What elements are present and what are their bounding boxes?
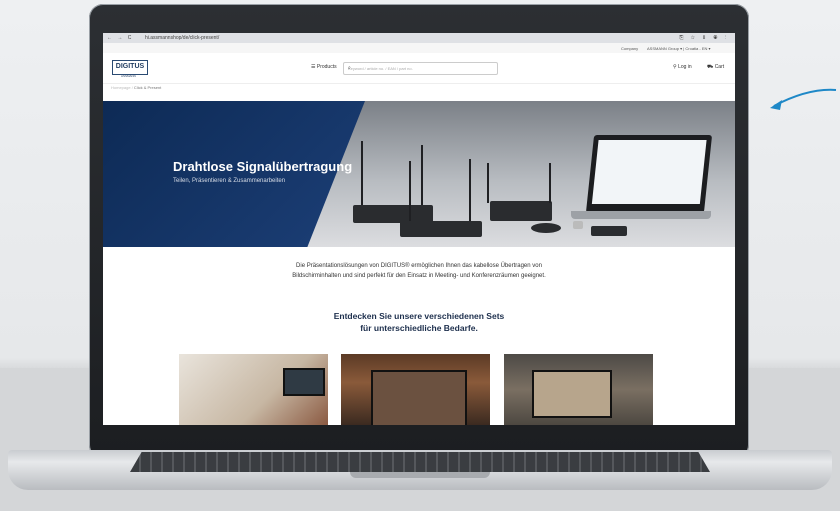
transmitter-device (400, 221, 482, 237)
hub-device (490, 201, 552, 221)
laptop-screen: ← → C hi.assmannshop/de/click-present/ ⎘… (103, 33, 735, 425)
hero-banner: Drahtlose Signalübertragung Teilen, Präs… (103, 101, 735, 247)
hero-subtitle: Teilen, Präsentieren & Zusammenarbeiten (173, 178, 286, 184)
top-utility-bar: Company ASSMANN Group ▾ | Croatia - EN ▾ (103, 43, 735, 53)
intro-line-1: Die Präsentationslösungen von DIGITUS® e… (296, 263, 542, 269)
logo-subtitle: ASSMANN (121, 74, 136, 78)
arrow-icon (770, 88, 837, 110)
hero-title: Drahtlose Signalübertragung (173, 159, 353, 174)
login-link[interactable]: ⚲ Log in (673, 64, 692, 70)
cart-link[interactable]: ⛟ Cart (707, 64, 724, 71)
set-thumbnail-meeting-room[interactable] (179, 354, 328, 425)
puck-button (531, 223, 561, 233)
digitus-logo[interactable]: DIGITUS (112, 60, 148, 75)
group-region-selector[interactable]: ASSMANN Group ▾ | Croatia - EN ▾ (647, 46, 711, 51)
antenna (549, 163, 551, 203)
sets-heading-line-1: Entdecken Sie unsere verschiedenen Sets (333, 311, 505, 321)
search-input[interactable]: Keyword / article no. / EAN / part no. ⌕ (343, 62, 498, 75)
company-link[interactable]: Company (621, 46, 638, 51)
antenna (361, 141, 363, 205)
laptop-keyboard (130, 452, 710, 472)
browser-nav-icons[interactable]: ← → C (107, 35, 133, 41)
browser-controls[interactable]: ⎘ ☆ ▯ ◉ ⋮ (679, 35, 729, 41)
address-bar[interactable]: hi.assmannshop/de/click-present/ (145, 35, 219, 41)
site-header: DIGITUS ASSMANN ☰ Products Keyword / art… (103, 53, 735, 84)
dock-device (591, 226, 627, 236)
antenna (469, 159, 471, 221)
sets-heading: Entdecken Sie unsere verschiedenen Sets … (103, 310, 735, 334)
set-thumbnail-home-office[interactable] (504, 354, 653, 425)
products-menu-button[interactable]: ☰ Products (311, 64, 337, 70)
dashboard-display (591, 140, 707, 204)
intro-line-2: Bildschirminhalten und sind perfekt für … (292, 273, 546, 279)
cart-label: Cart (714, 64, 725, 70)
breadcrumb: Homepage / Click & Present (111, 85, 162, 90)
tv-screen (532, 370, 612, 418)
cart-icon: ⛟ (707, 64, 715, 70)
laptop-lip (350, 472, 490, 478)
intro-text: Die Präsentationslösungen von DIGITUS® e… (103, 261, 735, 281)
tv-screen (371, 370, 467, 425)
antenna (421, 145, 423, 205)
breadcrumb-home[interactable]: Homepage (111, 85, 131, 90)
breadcrumb-current: Click & Present (133, 85, 162, 90)
browser-chrome: ← → C hi.assmannshop/de/click-present/ ⎘… (103, 33, 735, 43)
laptop-image-keyboard (571, 211, 711, 219)
antenna (487, 163, 489, 203)
products-label: Products (316, 64, 337, 70)
dongle (573, 221, 583, 229)
set-thumbnail-presenter[interactable] (341, 354, 490, 425)
laptop-image (585, 135, 713, 213)
search-icon[interactable]: ⌕ (348, 65, 492, 71)
antenna (409, 161, 411, 221)
tv-screen (283, 368, 325, 396)
login-label: Log in (678, 64, 692, 70)
sets-heading-line-2: für unterschiedliche Bedarfe. (360, 323, 478, 333)
